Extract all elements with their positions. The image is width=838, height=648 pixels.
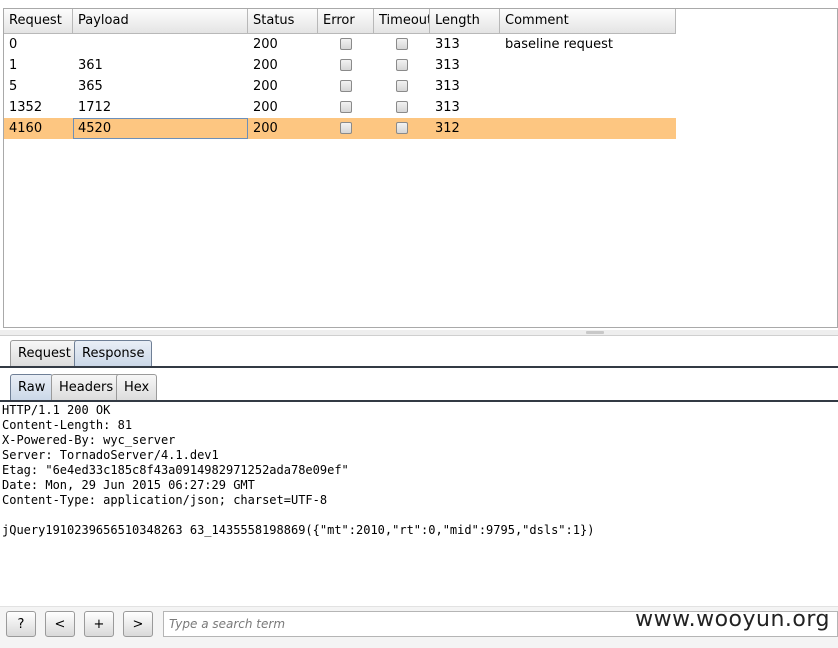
message-tabbar: Request Response — [0, 338, 838, 368]
tab-hex[interactable]: Hex — [116, 374, 158, 400]
error-checkbox[interactable] — [340, 59, 352, 71]
tab-raw[interactable]: Raw — [10, 374, 54, 400]
cell-length: 313 — [435, 58, 460, 73]
error-checkbox[interactable] — [340, 101, 352, 113]
cell-request: 1 — [9, 58, 18, 73]
cell-status: 200 — [253, 100, 278, 115]
table-row[interactable]: 1 361 200 313 — [4, 55, 676, 76]
table-row[interactable]: 1352 1712 200 313 — [4, 97, 676, 118]
response-line: X-Powered-By: wyc_server — [2, 433, 176, 447]
cell-comment — [500, 118, 676, 139]
tab-request[interactable]: Request — [10, 340, 79, 366]
splitter-grip-icon[interactable] — [586, 331, 604, 334]
table-row[interactable]: 4160 4520 200 312 — [4, 118, 676, 139]
column-header-status[interactable]: Status — [248, 9, 318, 33]
results-table: Request Payload Status Error Timeout Len… — [3, 8, 838, 328]
response-line: Content-Type: application/json; charset=… — [2, 493, 328, 507]
cell-status: 200 — [253, 58, 278, 73]
cell-status: 200 — [253, 121, 278, 136]
cell-comment — [500, 97, 676, 118]
cell-length: 312 — [435, 121, 460, 136]
column-header-timeout[interactable]: Timeout — [374, 9, 430, 33]
watermark-text: www.wooyun.org — [635, 607, 830, 632]
cell-payload: 365 — [78, 79, 103, 94]
cell-comment — [500, 55, 676, 76]
error-checkbox[interactable] — [340, 122, 352, 134]
column-header-comment[interactable]: Comment — [500, 9, 676, 33]
response-line: Content-Length: 81 — [2, 418, 133, 432]
cell-length: 313 — [435, 79, 460, 94]
response-line: jQuery1910239656510348263 63_14355581988… — [2, 523, 595, 537]
response-line — [2, 508, 838, 523]
timeout-checkbox[interactable] — [396, 122, 408, 134]
column-header-error[interactable]: Error — [318, 9, 374, 33]
error-checkbox[interactable] — [340, 38, 352, 50]
cell-request: 4160 — [9, 121, 43, 136]
response-line: HTTP/1.1 200 OK — [2, 403, 111, 417]
cell-length: 313 — [435, 100, 460, 115]
cell-status: 200 — [253, 79, 278, 94]
timeout-checkbox[interactable] — [396, 101, 408, 113]
cell-comment — [500, 76, 676, 97]
timeout-checkbox[interactable] — [396, 38, 408, 50]
help-button[interactable]: ? — [6, 611, 36, 637]
cell-status: 200 — [253, 37, 278, 52]
response-raw-text[interactable]: HTTP/1.1 200 OK Content-Length: 81 X-Power… — [0, 403, 838, 603]
add-button[interactable]: + — [84, 611, 114, 637]
table-row[interactable]: 0 200 313 baseline request — [4, 34, 676, 55]
cell-payload: 361 — [78, 58, 103, 73]
error-checkbox[interactable] — [340, 80, 352, 92]
next-button[interactable]: > — [123, 611, 153, 637]
cell-payload: 4520 — [73, 118, 248, 139]
tab-headers[interactable]: Headers — [51, 374, 122, 400]
cell-payload: 1712 — [78, 100, 112, 115]
cell-request: 1352 — [9, 100, 43, 115]
previous-button[interactable]: < — [45, 611, 75, 637]
timeout-checkbox[interactable] — [396, 80, 408, 92]
view-tabbar: Raw Headers Hex — [0, 372, 838, 402]
table-header: Request Payload Status Error Timeout Len… — [4, 9, 676, 34]
column-header-request[interactable]: Request — [4, 9, 73, 33]
timeout-checkbox[interactable] — [396, 59, 408, 71]
cell-request: 0 — [9, 37, 18, 52]
cell-payload — [73, 34, 248, 55]
response-line: Etag: "6e4ed33c185c8f43a0914982971252ada… — [2, 463, 349, 477]
cell-request: 5 — [9, 79, 18, 94]
column-header-payload[interactable]: Payload — [73, 9, 248, 33]
response-line: Server: TornadoServer/4.1.dev1 — [2, 448, 219, 462]
pane-splitter[interactable] — [0, 330, 838, 336]
column-header-length[interactable]: Length — [430, 9, 500, 33]
tab-response[interactable]: Response — [74, 340, 153, 366]
cell-length: 313 — [435, 37, 460, 52]
table-row[interactable]: 5 365 200 313 — [4, 76, 676, 97]
cell-comment: baseline request — [505, 37, 613, 52]
response-line: Date: Mon, 29 Jun 2015 06:27:29 GMT — [2, 478, 255, 492]
